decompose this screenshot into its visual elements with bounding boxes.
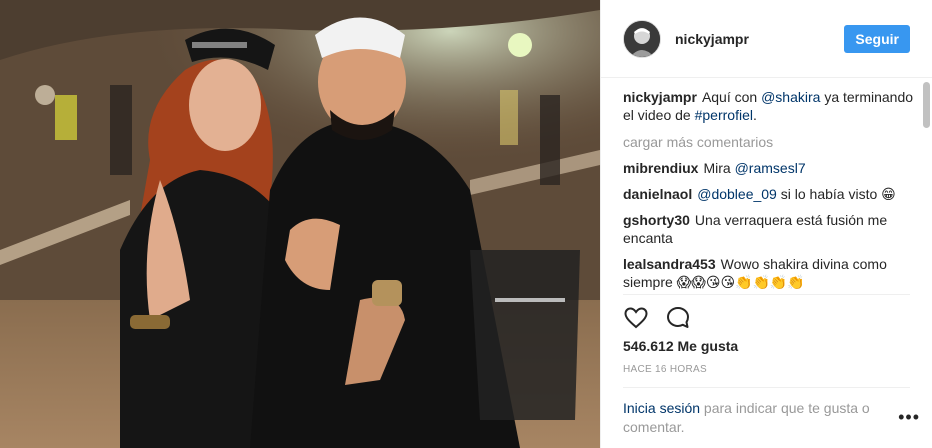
action-bar bbox=[623, 305, 691, 331]
more-options-icon[interactable]: ••• bbox=[898, 408, 920, 426]
comments-scrollbar[interactable] bbox=[922, 82, 930, 294]
comment-mention[interactable]: @ramsesl7 bbox=[735, 160, 806, 176]
comment-username[interactable]: gshorty30 bbox=[623, 212, 690, 228]
follow-button[interactable]: Seguir bbox=[844, 24, 910, 53]
header-username[interactable]: nickyjampr bbox=[675, 31, 844, 47]
comment-item: lealsandra453 Wowo shakira divina como si… bbox=[623, 255, 918, 291]
comment-username[interactable]: nickyjampr bbox=[623, 89, 697, 105]
post-photo[interactable] bbox=[0, 0, 600, 448]
load-more-comments[interactable]: cargar más comentarios bbox=[623, 133, 918, 151]
comment-text: Aquí con bbox=[701, 89, 762, 105]
comment-hashtag[interactable]: #perrofiel bbox=[695, 107, 753, 123]
comment-item: danielnaol @doblee_09 si lo había visto 😁 bbox=[623, 185, 918, 203]
post-timestamp[interactable]: HACE 16 HORAS bbox=[623, 364, 707, 375]
comment-item: gshorty30 Una verraquera está fusión me e… bbox=[623, 211, 918, 247]
comment-username[interactable]: lealsandra453 bbox=[623, 256, 716, 272]
heart-outline-icon[interactable] bbox=[623, 305, 649, 331]
post-panel: nickyjampr Seguir nickyjampr Aquí con @sh… bbox=[600, 0, 932, 448]
post-header: nickyjampr Seguir bbox=[601, 0, 932, 78]
divider bbox=[623, 387, 910, 388]
photo-scene bbox=[0, 0, 600, 448]
comment-mention[interactable]: @doblee_09 bbox=[697, 186, 777, 202]
comment-mention[interactable]: @shakira bbox=[761, 89, 820, 105]
login-prompt: Inicia sesión para indicar que te gusta … bbox=[623, 399, 893, 437]
comments-list: nickyjampr Aquí con @shakira ya terminand… bbox=[623, 88, 918, 294]
login-link[interactable]: Inicia sesión bbox=[623, 400, 700, 416]
comment-username[interactable]: mibrendiux bbox=[623, 160, 698, 176]
scrollbar-thumb[interactable] bbox=[923, 82, 930, 128]
comment-text: si lo había visto 😁 bbox=[776, 186, 896, 202]
divider bbox=[623, 294, 910, 295]
comment-text: Mira bbox=[703, 160, 735, 176]
avatar[interactable] bbox=[623, 19, 661, 58]
speech-bubble-icon[interactable] bbox=[665, 305, 691, 331]
comment-username[interactable]: danielnaol bbox=[623, 186, 692, 202]
likes-count[interactable]: 546.612 Me gusta bbox=[623, 338, 738, 354]
avatar-image bbox=[624, 20, 660, 57]
comment-item: nickyjampr Aquí con @shakira ya terminand… bbox=[623, 88, 918, 124]
comment-item: mibrendiux Mira @ramsesl7 bbox=[623, 159, 918, 177]
comment-text: . bbox=[752, 107, 757, 123]
